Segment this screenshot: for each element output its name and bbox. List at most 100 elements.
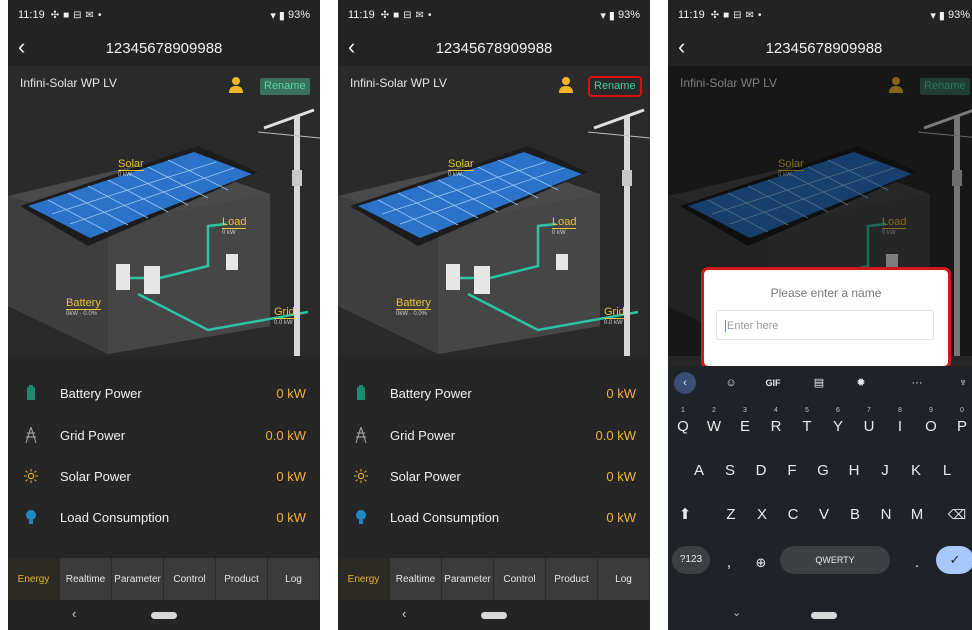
tab-product[interactable]: Product	[216, 558, 268, 600]
key-v[interactable]: V	[811, 498, 837, 530]
battery-icon	[357, 385, 365, 400]
device-name: Infini-Solar WP LV	[350, 76, 447, 90]
bulb-icon	[26, 510, 36, 524]
wifi-icon: ▾	[930, 9, 936, 22]
key-h[interactable]: H	[841, 454, 867, 486]
gif-button[interactable]: GIF	[762, 372, 784, 394]
nav-home-pill[interactable]	[151, 612, 177, 619]
energy-scene: Infini-Solar WP LV Rename Solar 0 kW Loa…	[338, 66, 650, 356]
key-a[interactable]: A	[686, 454, 712, 486]
rename-button[interactable]: Rename	[588, 76, 642, 97]
key-l[interactable]: L	[934, 454, 960, 486]
key-p[interactable]: 0P	[949, 407, 972, 442]
key-d[interactable]: D	[748, 454, 774, 486]
mail-icon: ✉	[85, 9, 94, 21]
wifi-icon: ▾	[600, 9, 606, 22]
battery-status-icon: ▮	[608, 9, 615, 22]
key-o[interactable]: 9O	[918, 407, 944, 442]
text-caret	[725, 320, 726, 333]
title-bar: ‹ 12345678909988	[338, 30, 650, 66]
rename-dialog: Please enter a name Enter here	[701, 267, 951, 369]
battery-label: Battery 0kW · 0.0%	[66, 297, 101, 317]
key-i[interactable]: 8I	[887, 407, 913, 442]
rename-button[interactable]: Rename	[260, 78, 310, 95]
key-row-2: A S D F G H J K L	[668, 454, 972, 490]
key-n[interactable]: N	[873, 498, 899, 530]
microphone-icon[interactable]: ♆	[952, 372, 972, 394]
sticker-icon[interactable]: ☺	[720, 372, 742, 394]
key-w[interactable]: 2W	[701, 407, 727, 442]
key-period[interactable]: .	[904, 546, 930, 578]
tab-parameter[interactable]: Parameter	[112, 558, 164, 600]
tab-energy[interactable]: Energy	[338, 558, 390, 600]
grid-label: Grid 0.0 kW	[274, 306, 295, 326]
tab-control[interactable]: Control	[164, 558, 216, 600]
load-value: 0 kW	[552, 228, 577, 236]
tab-log[interactable]: Log	[268, 558, 320, 600]
status-time: 11:19	[18, 9, 45, 21]
globe-icon[interactable]: ⊕	[748, 546, 774, 578]
key-j[interactable]: J	[872, 454, 898, 486]
tab-control[interactable]: Control	[494, 558, 546, 600]
user-icon[interactable]	[558, 76, 574, 94]
nav-back-icon[interactable]: ‹	[402, 606, 406, 621]
tab-parameter[interactable]: Parameter	[442, 558, 494, 600]
tab-log[interactable]: Log	[598, 558, 650, 600]
energy-scene: Infini-Solar WP LV Rename Solar 0 kW Loa…	[8, 66, 320, 356]
key-f[interactable]: F	[779, 454, 805, 486]
tab-product[interactable]: Product	[546, 558, 598, 600]
back-arrow-icon[interactable]: ‹	[678, 36, 700, 60]
gear-icon[interactable]: ✹	[850, 372, 872, 394]
title-bar: ‹ 12345678909988	[668, 30, 972, 66]
more-options-icon[interactable]: ···	[906, 372, 928, 394]
key-c[interactable]: C	[780, 498, 806, 530]
key-t[interactable]: 5T	[794, 407, 820, 442]
shift-icon[interactable]: ⬆	[672, 498, 698, 530]
bulb-icon	[356, 510, 366, 524]
metric-battery-power: Battery Power 0 kW	[338, 378, 650, 408]
key-x[interactable]: X	[749, 498, 775, 530]
clipboard-icon[interactable]: ▤	[808, 372, 830, 394]
nav-home-pill[interactable]	[811, 612, 837, 619]
mail-icon: ✉	[415, 9, 424, 21]
soft-keyboard: ‹ ☺ GIF ▤ ✹ ··· ♆ 1Q 2W 3E 4R 5T 6Y 7U 8…	[668, 366, 972, 630]
back-arrow-icon[interactable]: ‹	[18, 36, 40, 60]
nav-home-pill[interactable]	[481, 612, 507, 619]
key-e[interactable]: 3E	[732, 407, 758, 442]
symbols-key[interactable]: ?123	[672, 546, 710, 574]
status-time: 11:19	[678, 9, 705, 21]
key-s[interactable]: S	[717, 454, 743, 486]
page-title: 12345678909988	[765, 39, 883, 57]
tab-realtime[interactable]: Realtime	[390, 558, 442, 600]
collapse-toolbar-icon[interactable]: ‹	[674, 372, 696, 394]
key-u[interactable]: 7U	[856, 407, 882, 442]
key-comma[interactable]: ,	[716, 546, 742, 578]
nav-back-icon[interactable]: ‹	[72, 606, 76, 621]
tab-realtime[interactable]: Realtime	[60, 558, 112, 600]
fan-icon: ✣	[50, 9, 60, 21]
hide-keyboard-chevron-icon[interactable]: ⌄	[732, 606, 741, 619]
bus-icon: ⊟	[403, 9, 412, 21]
back-arrow-icon[interactable]: ‹	[348, 36, 370, 60]
power-tower-icon	[355, 427, 367, 443]
key-b[interactable]: B	[842, 498, 868, 530]
space-key[interactable]: QWERTY	[780, 546, 890, 574]
key-y[interactable]: 6Y	[825, 407, 851, 442]
metric-solar-power: Solar Power 0 kW	[8, 461, 320, 491]
solar-label: Solar 0 kW	[118, 158, 144, 178]
name-input[interactable]: Enter here	[716, 310, 934, 340]
user-icon[interactable]	[228, 76, 244, 94]
bus-icon: ⊟	[733, 9, 742, 21]
key-z[interactable]: Z	[718, 498, 744, 530]
battery-label: Battery 0kW · 0.0%	[396, 297, 431, 317]
tab-energy[interactable]: Energy	[8, 558, 60, 600]
fan-icon: ✣	[710, 9, 720, 21]
check-icon[interactable]: ✓	[936, 546, 972, 574]
key-q[interactable]: 1Q	[670, 407, 696, 442]
key-m[interactable]: M	[904, 498, 930, 530]
key-g[interactable]: G	[810, 454, 836, 486]
backspace-icon[interactable]: ⌫	[944, 498, 970, 530]
key-k[interactable]: K	[903, 454, 929, 486]
battery-status-icon: ▮	[278, 9, 285, 22]
key-r[interactable]: 4R	[763, 407, 789, 442]
